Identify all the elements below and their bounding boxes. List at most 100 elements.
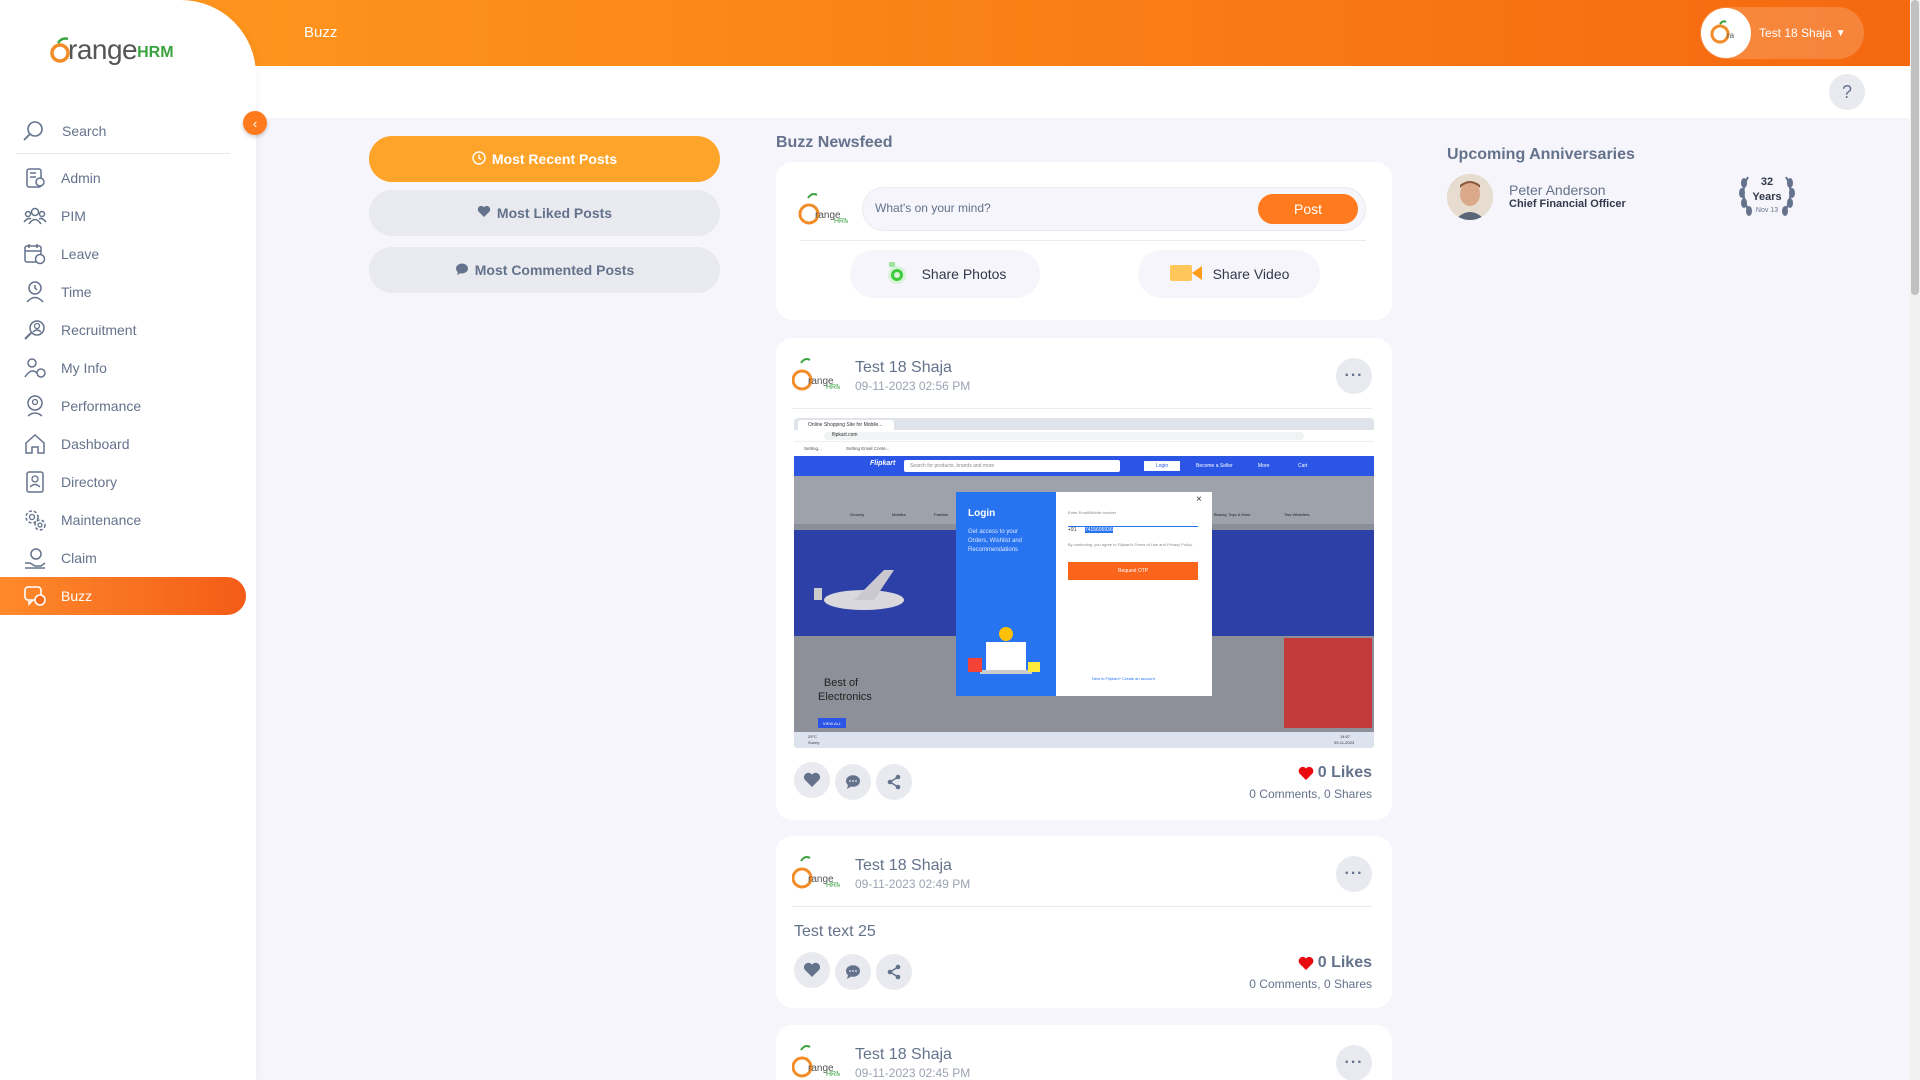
svg-text:HRM: HRM xyxy=(826,1071,840,1078)
video-icon xyxy=(1169,263,1203,286)
sidebar-item-label: PIM xyxy=(61,208,86,224)
user-name: Test 18 Shaja xyxy=(1759,26,1832,40)
category: Mobiles xyxy=(892,512,906,517)
heart-filled-icon xyxy=(1298,956,1314,970)
comments-count[interactable]: 0 Comments xyxy=(1249,977,1317,991)
orangehrm-avatar-icon: ra xyxy=(1707,14,1745,52)
brand-logo[interactable]: range HRM xyxy=(50,30,174,70)
filter-label: Most Recent Posts xyxy=(491,151,618,167)
post-card: range HRM Test 18 Shaja 09-11-2023 02:49 … xyxy=(776,836,1392,1008)
category: Fashion xyxy=(934,512,949,517)
sidebar-item-pim[interactable]: PIM xyxy=(0,197,246,235)
site-search: Search for products, brands and more xyxy=(904,460,1120,472)
comments-count[interactable]: 0 Comments xyxy=(1249,787,1317,801)
post-options-button[interactable]: ··· xyxy=(1336,358,1372,394)
sidebar-item-my-info[interactable]: My Info xyxy=(0,349,246,387)
post-author-name[interactable]: Test 18 Shaja xyxy=(855,1046,952,1064)
like-count[interactable]: 0 Likes xyxy=(1206,764,1372,782)
login-prefix: +91 xyxy=(1068,527,1077,533)
post-options-button[interactable]: ··· xyxy=(1336,1045,1372,1080)
maintenance-icon xyxy=(22,507,48,533)
browser-tab: Online Shopping Site for Mobile... xyxy=(798,420,894,430)
login-request-otp: Request OTP xyxy=(1068,562,1198,580)
sidebar-item-label: Performance xyxy=(61,398,142,414)
sidebar-item-buzz[interactable]: Buzz xyxy=(0,577,246,615)
post-body-text: Test text 25 xyxy=(794,923,876,940)
divider xyxy=(792,906,1372,907)
anniversaries-title: Upcoming Anniversaries xyxy=(1447,146,1635,163)
comment-button[interactable] xyxy=(835,764,871,800)
search-input[interactable] xyxy=(62,122,212,139)
sidebar-item-time[interactable]: Time xyxy=(0,273,246,311)
share-video-button[interactable]: Share Video xyxy=(1138,250,1320,298)
anniversary-years-number: 32 xyxy=(1760,176,1774,188)
share-button[interactable] xyxy=(876,764,912,800)
directory-icon xyxy=(22,469,48,495)
sidebar-menu: Admin PIM Leave Time Recruitment My Info… xyxy=(0,159,256,615)
shares-count[interactable]: 0 Shares xyxy=(1324,977,1372,991)
browser-url: flipkart.com xyxy=(824,432,1304,440)
browser-address-bar: flipkart.com xyxy=(794,430,1374,442)
my-info-icon xyxy=(22,355,48,381)
search-icon xyxy=(16,120,50,142)
caret-down-icon: ▼ xyxy=(1835,27,1846,39)
sidebar-item-claim[interactable]: Claim xyxy=(0,539,246,577)
shares-count[interactable]: 0 Shares xyxy=(1324,787,1372,801)
recruitment-icon xyxy=(22,317,48,343)
sidebar-item-label: Leave xyxy=(61,246,100,262)
user-menu[interactable]: ra Test 18 Shaja ▼ xyxy=(1700,7,1864,59)
post-author-name[interactable]: Test 18 Shaja xyxy=(855,857,952,875)
comment-button[interactable] xyxy=(835,954,871,990)
site-login: Login xyxy=(1144,461,1180,471)
composer-avatar: range HRM xyxy=(798,188,850,234)
post-image[interactable]: Online Shopping Site for Mobile... flipk… xyxy=(794,418,1374,748)
post-button[interactable]: Post xyxy=(1258,194,1358,224)
most-liked-posts-button[interactable]: Most Liked Posts xyxy=(369,190,720,236)
like-button[interactable] xyxy=(794,762,830,798)
sidebar-item-label: Dashboard xyxy=(61,436,130,452)
share-photos-label: Share Photos xyxy=(921,266,1007,282)
sidebar-item-dashboard[interactable]: Dashboard xyxy=(0,425,246,463)
post-author-name[interactable]: Test 18 Shaja xyxy=(855,359,952,377)
site-seller: Become a Seller xyxy=(1196,463,1233,469)
taskbar-time: 14:57 xyxy=(1340,734,1351,739)
like-count[interactable]: 0 Likes xyxy=(1206,954,1372,972)
category: Grocery xyxy=(850,512,865,517)
most-commented-posts-button[interactable]: Most Commented Posts xyxy=(369,247,720,293)
post-date: 09-11-2023 02:56 PM xyxy=(855,379,971,393)
promo-title: Best of Electronics xyxy=(818,677,872,704)
sidebar-item-admin[interactable]: Admin xyxy=(0,159,246,197)
sidebar-item-recruitment[interactable]: Recruitment xyxy=(0,311,246,349)
post-text-input[interactable] xyxy=(875,201,1255,215)
comment-icon xyxy=(846,775,860,789)
sidebar-item-label: Buzz xyxy=(61,588,93,604)
share-video-label: Share Video xyxy=(1212,266,1290,282)
sidebar-item-performance[interactable]: Performance xyxy=(0,387,246,425)
scrollbar-thumb[interactable] xyxy=(1911,0,1919,295)
category: Two Wheelers xyxy=(1284,512,1310,517)
close-icon: × xyxy=(1196,494,1202,505)
share-icon xyxy=(887,964,901,980)
svg-text:HRM: HRM xyxy=(826,384,840,391)
sidebar-item-directory[interactable]: Directory xyxy=(0,463,246,501)
sidebar-item-label: Recruitment xyxy=(61,322,137,338)
help-button[interactable]: ? xyxy=(1829,74,1865,110)
like-button[interactable] xyxy=(794,952,830,988)
most-recent-posts-button[interactable]: Most Recent Posts xyxy=(369,136,720,182)
heart-icon xyxy=(803,962,821,977)
share-photos-button[interactable]: Share Photos xyxy=(850,250,1040,298)
sidebar-item-maintenance[interactable]: Maintenance xyxy=(0,501,246,539)
time-icon xyxy=(22,279,48,305)
top-bar: Buzz ra Test 18 Shaja ▼ xyxy=(0,0,1910,66)
post-author-avatar: range HRM xyxy=(791,354,842,400)
heart-filled-icon xyxy=(1298,766,1314,780)
post-options-button[interactable]: ··· xyxy=(1336,856,1372,892)
login-modal-left: Login Get access to your Orders, Wishlis… xyxy=(956,492,1056,696)
page-title: Buzz xyxy=(304,24,338,41)
sidebar-search xyxy=(16,108,230,154)
post-composer: rangeHRM Post Share Photos Share Video xyxy=(776,162,1392,320)
collapse-sidebar-button[interactable]: ‹ xyxy=(243,111,267,135)
share-button[interactable] xyxy=(876,954,912,990)
sidebar-item-leave[interactable]: Leave xyxy=(0,235,246,273)
post-date: 09-11-2023 02:45 PM xyxy=(855,1066,971,1080)
